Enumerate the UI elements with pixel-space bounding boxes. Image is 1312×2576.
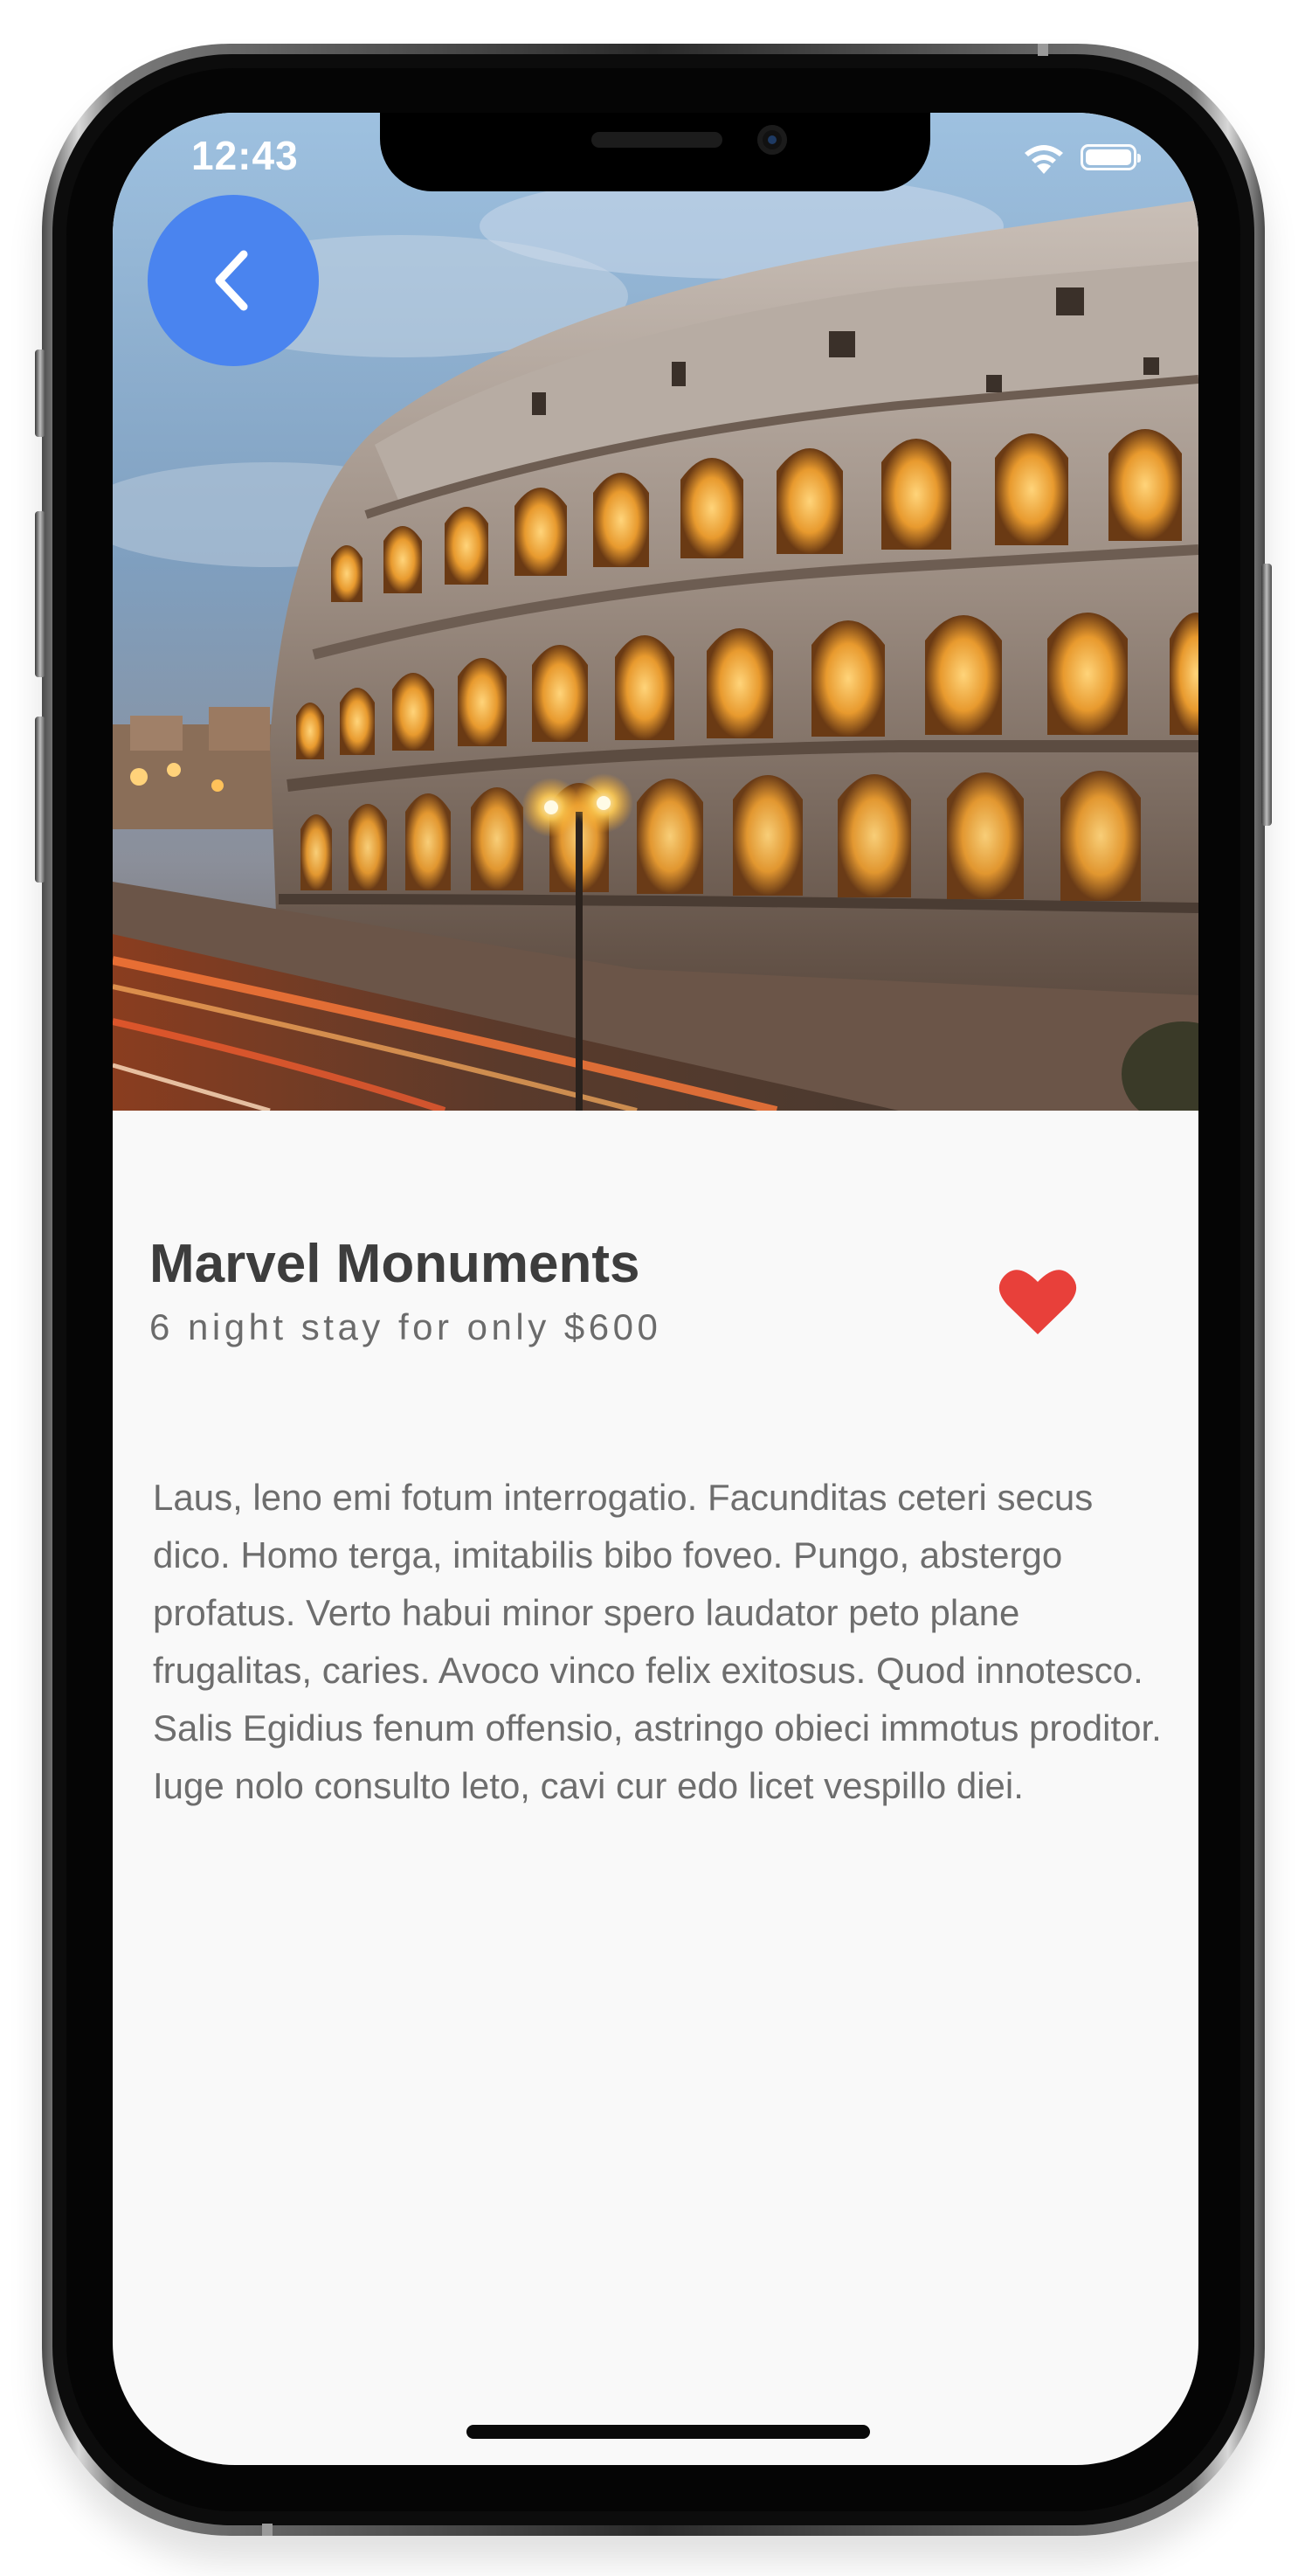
volume-down-button [35,717,45,883]
chevron-left-icon [215,250,248,311]
battery-icon [1081,144,1141,170]
place-subtitle: 6 night stay for only $600 [149,1306,662,1347]
status-time: 12:43 [191,133,299,178]
front-camera [757,125,787,155]
place-description: Laus, leno emi fotum interrogatio. Facun… [153,1477,1162,1806]
antenna-line [1038,44,1048,56]
app-screen: 12:43 Marvel Monuments 6 night stay for … [113,113,1198,2465]
home-indicator[interactable] [466,2425,870,2439]
earpiece-speaker [591,132,722,148]
place-title: Marvel Monuments [149,1234,640,1294]
silent-switch [35,350,45,437]
favorite-button[interactable] [998,1264,1077,1338]
volume-up-button [35,511,45,677]
device-notch [380,113,930,191]
antenna-line [262,2524,273,2536]
heart-icon [998,1270,1077,1334]
power-button [1261,564,1272,826]
hero-image: 12:43 [113,113,1198,1111]
back-button[interactable] [148,195,319,366]
wifi-icon [1025,145,1063,174]
